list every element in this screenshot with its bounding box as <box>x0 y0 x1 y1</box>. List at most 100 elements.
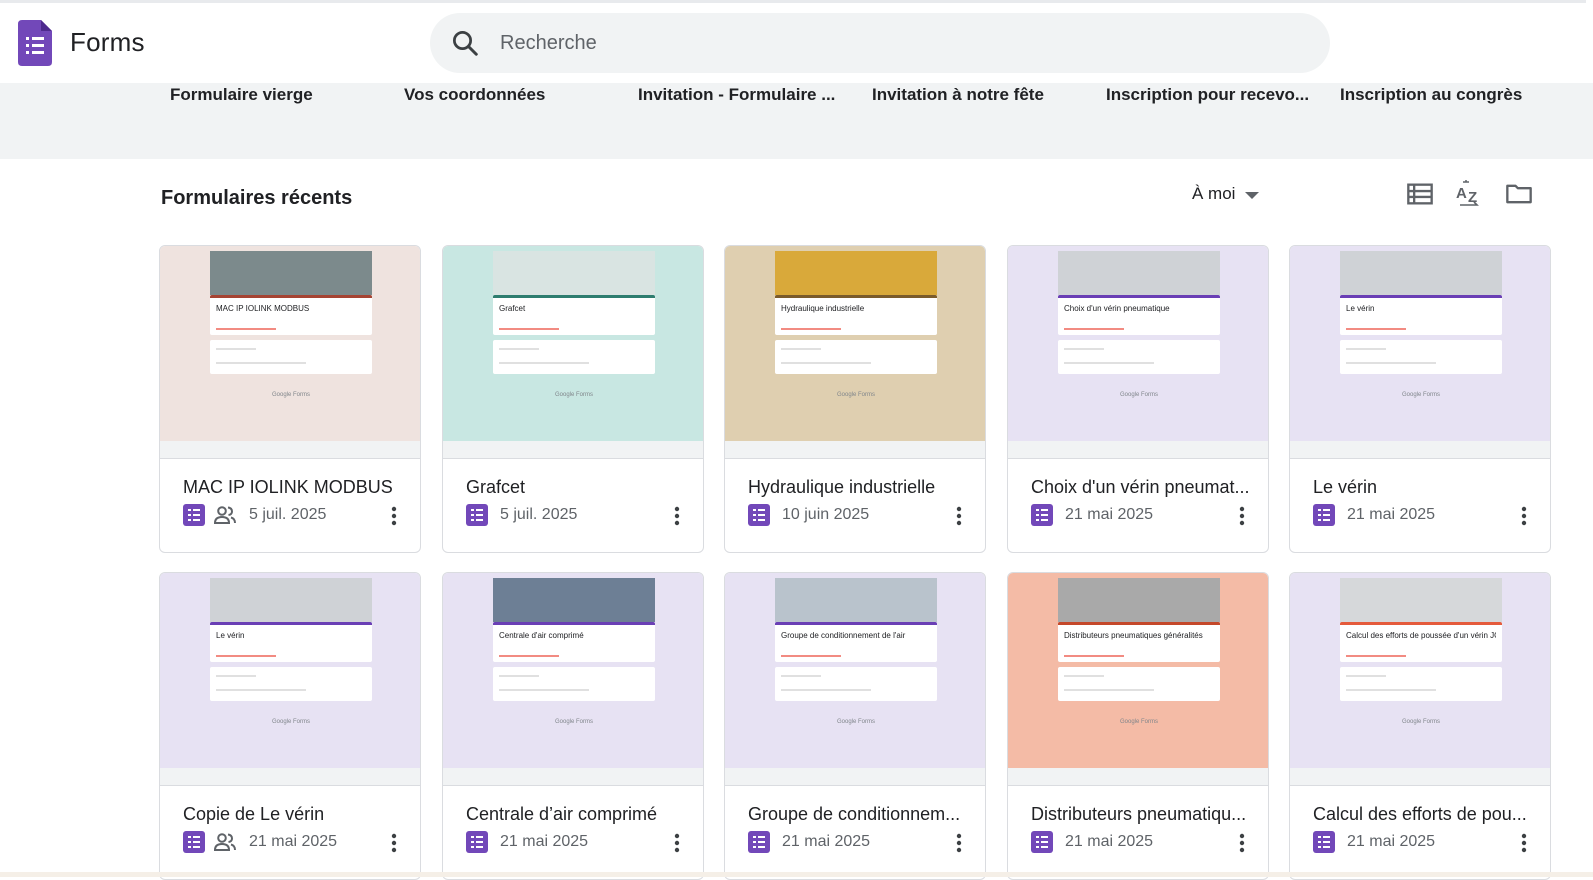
form-card-meta: 5 juil. 2025 <box>466 504 577 526</box>
form-banner-image <box>210 578 372 622</box>
form-card-title: Le vérin <box>1313 477 1378 497</box>
thumb-footer: Google Forms <box>1401 719 1440 725</box>
list-view-icon[interactable] <box>1406 180 1434 208</box>
more-vert-icon[interactable] <box>382 504 406 528</box>
form-card-title: Centrale d’air comprimé <box>466 804 658 824</box>
more-vert-icon[interactable] <box>665 504 689 528</box>
chevron-down-icon <box>1245 191 1260 199</box>
forms-icon <box>183 504 205 526</box>
form-card-date: 5 juil. 2025 <box>500 506 578 523</box>
form-header-panel: MAC IP IOLINK MODBUS <box>210 295 372 335</box>
thumbnail-strip <box>1008 441 1268 459</box>
forms-icon <box>1313 504 1335 526</box>
form-banner-image <box>775 578 937 622</box>
forms-icon <box>466 831 488 853</box>
form-thumbnail: Distributeurs pneumatiques généralités G… <box>1008 573 1268 768</box>
search-icon[interactable] <box>450 28 480 58</box>
thumbnail-strip <box>160 441 420 459</box>
template-signup[interactable]: Inscription pour recevo... <box>1106 85 1309 105</box>
folder-icon[interactable] <box>1505 180 1533 208</box>
form-card[interactable]: Distributeurs pneumatiques généralités G… <box>1007 572 1269 880</box>
search-input[interactable] <box>500 13 1300 73</box>
forms-icon <box>748 504 770 526</box>
app-title[interactable]: Forms <box>70 27 145 58</box>
form-card[interactable]: Hydraulique industrielle Google Forms Hy… <box>724 245 986 553</box>
form-banner-image <box>1058 251 1220 295</box>
form-card-date: 21 mai 2025 <box>1065 833 1154 850</box>
forms-icon <box>1031 504 1053 526</box>
template-contact-info[interactable]: Vos coordonnées <box>404 85 545 105</box>
thumb-footer: Google Forms <box>554 719 593 725</box>
forms-logo-icon[interactable] <box>18 20 52 66</box>
more-vert-icon[interactable] <box>382 831 406 855</box>
form-card-date: 21 mai 2025 <box>782 833 871 850</box>
forms-icon <box>183 831 205 853</box>
form-card[interactable]: Calcul des efforts de poussée d'un vérin… <box>1289 572 1551 880</box>
form-thumbnail: Le vérin Google Forms <box>1290 246 1550 441</box>
thumb-form-title: Groupe de conditionnement de l'air <box>781 631 906 640</box>
owner-filter-label: À moi <box>1192 184 1236 203</box>
template-party-invite[interactable]: Invitation à notre fête <box>872 85 1044 105</box>
form-card[interactable]: Choix d'un vérin pneumatique Google Form… <box>1007 245 1269 553</box>
form-card-meta: 21 mai 2025 <box>1031 504 1153 526</box>
form-card-date: 21 mai 2025 <box>500 833 589 850</box>
thumb-footer: Google Forms <box>1119 392 1158 398</box>
form-card-title: Grafcet <box>466 477 526 497</box>
more-vert-icon[interactable] <box>947 831 971 855</box>
form-question-panel <box>493 667 655 701</box>
search-bar[interactable] <box>430 13 1330 73</box>
form-thumbnail: Choix d'un vérin pneumatique Google Form… <box>1008 246 1268 441</box>
owner-filter-dropdown[interactable]: À moi <box>1192 184 1260 204</box>
sort-az-icon[interactable]: A Z <box>1455 180 1483 208</box>
form-question-panel <box>1340 667 1502 701</box>
form-question-panel <box>775 667 937 701</box>
form-thumbnail: Groupe de conditionnement de l'air Googl… <box>725 573 985 768</box>
form-banner-image <box>210 251 372 295</box>
form-banner-image <box>1340 251 1502 295</box>
thumb-footer: Google Forms <box>271 392 310 398</box>
form-card[interactable]: Le vérin Google Forms Copie de Le vérin … <box>159 572 421 880</box>
form-card[interactable]: MAC IP IOLINK MODBUS Google Forms MAC IP… <box>159 245 421 553</box>
thumbnail-strip <box>1290 441 1550 459</box>
form-question-panel <box>493 340 655 374</box>
form-card-meta: 21 mai 2025 <box>466 831 588 853</box>
form-card[interactable]: Centrale d'air comprimé Google Forms Cen… <box>442 572 704 880</box>
form-card-date: 5 juil. 2025 <box>249 506 327 523</box>
form-card[interactable]: Grafcet Google Forms Grafcet 5 juil. 202… <box>442 245 704 553</box>
form-card-meta: 10 juin 2025 <box>748 504 869 526</box>
form-card-title: Copie de Le vérin <box>183 804 325 824</box>
thumbnail-strip <box>725 768 985 786</box>
form-card[interactable]: Le vérin Google Forms Le vérin 21 mai 20… <box>1289 245 1551 553</box>
thumbnail-strip <box>1008 768 1268 786</box>
form-thumbnail: Calcul des efforts de poussée d'un vérin… <box>1290 573 1550 768</box>
more-vert-icon[interactable] <box>1230 504 1254 528</box>
template-blank-form[interactable]: Formulaire vierge <box>170 85 313 105</box>
template-invitation-form[interactable]: Invitation - Formulaire ... <box>638 85 835 105</box>
more-vert-icon[interactable] <box>665 831 689 855</box>
form-card-title: Calcul des efforts de pou... <box>1313 804 1527 824</box>
form-card-meta: 21 mai 2025 <box>1031 831 1153 853</box>
more-vert-icon[interactable] <box>1230 831 1254 855</box>
form-question-panel <box>210 340 372 374</box>
form-header-panel: Centrale d'air comprimé <box>493 622 655 662</box>
form-banner-image <box>1058 578 1220 622</box>
form-card-title: Groupe de conditionnem... <box>748 804 961 824</box>
svg-text:A: A <box>1456 185 1467 202</box>
form-question-panel <box>210 667 372 701</box>
form-header-panel: Distributeurs pneumatiques généralités <box>1058 622 1220 662</box>
thumb-footer: Google Forms <box>836 392 875 398</box>
more-vert-icon[interactable] <box>1512 831 1536 855</box>
forms-icon <box>466 504 488 526</box>
template-congress-registration[interactable]: Inscription au congrès <box>1340 85 1522 105</box>
thumb-form-title: Choix d'un vérin pneumatique <box>1064 304 1170 313</box>
form-card-title: Hydraulique industrielle <box>748 477 936 497</box>
thumb-form-title: Hydraulique industrielle <box>781 304 865 313</box>
form-question-panel <box>1058 340 1220 374</box>
thumb-form-title: Centrale d'air comprimé <box>499 631 584 640</box>
more-vert-icon[interactable] <box>1512 504 1536 528</box>
form-card[interactable]: Groupe de conditionnement de l'air Googl… <box>724 572 986 880</box>
form-banner-image <box>493 578 655 622</box>
thumb-footer: Google Forms <box>554 392 593 398</box>
more-vert-icon[interactable] <box>947 504 971 528</box>
bottom-edge <box>0 872 1593 877</box>
